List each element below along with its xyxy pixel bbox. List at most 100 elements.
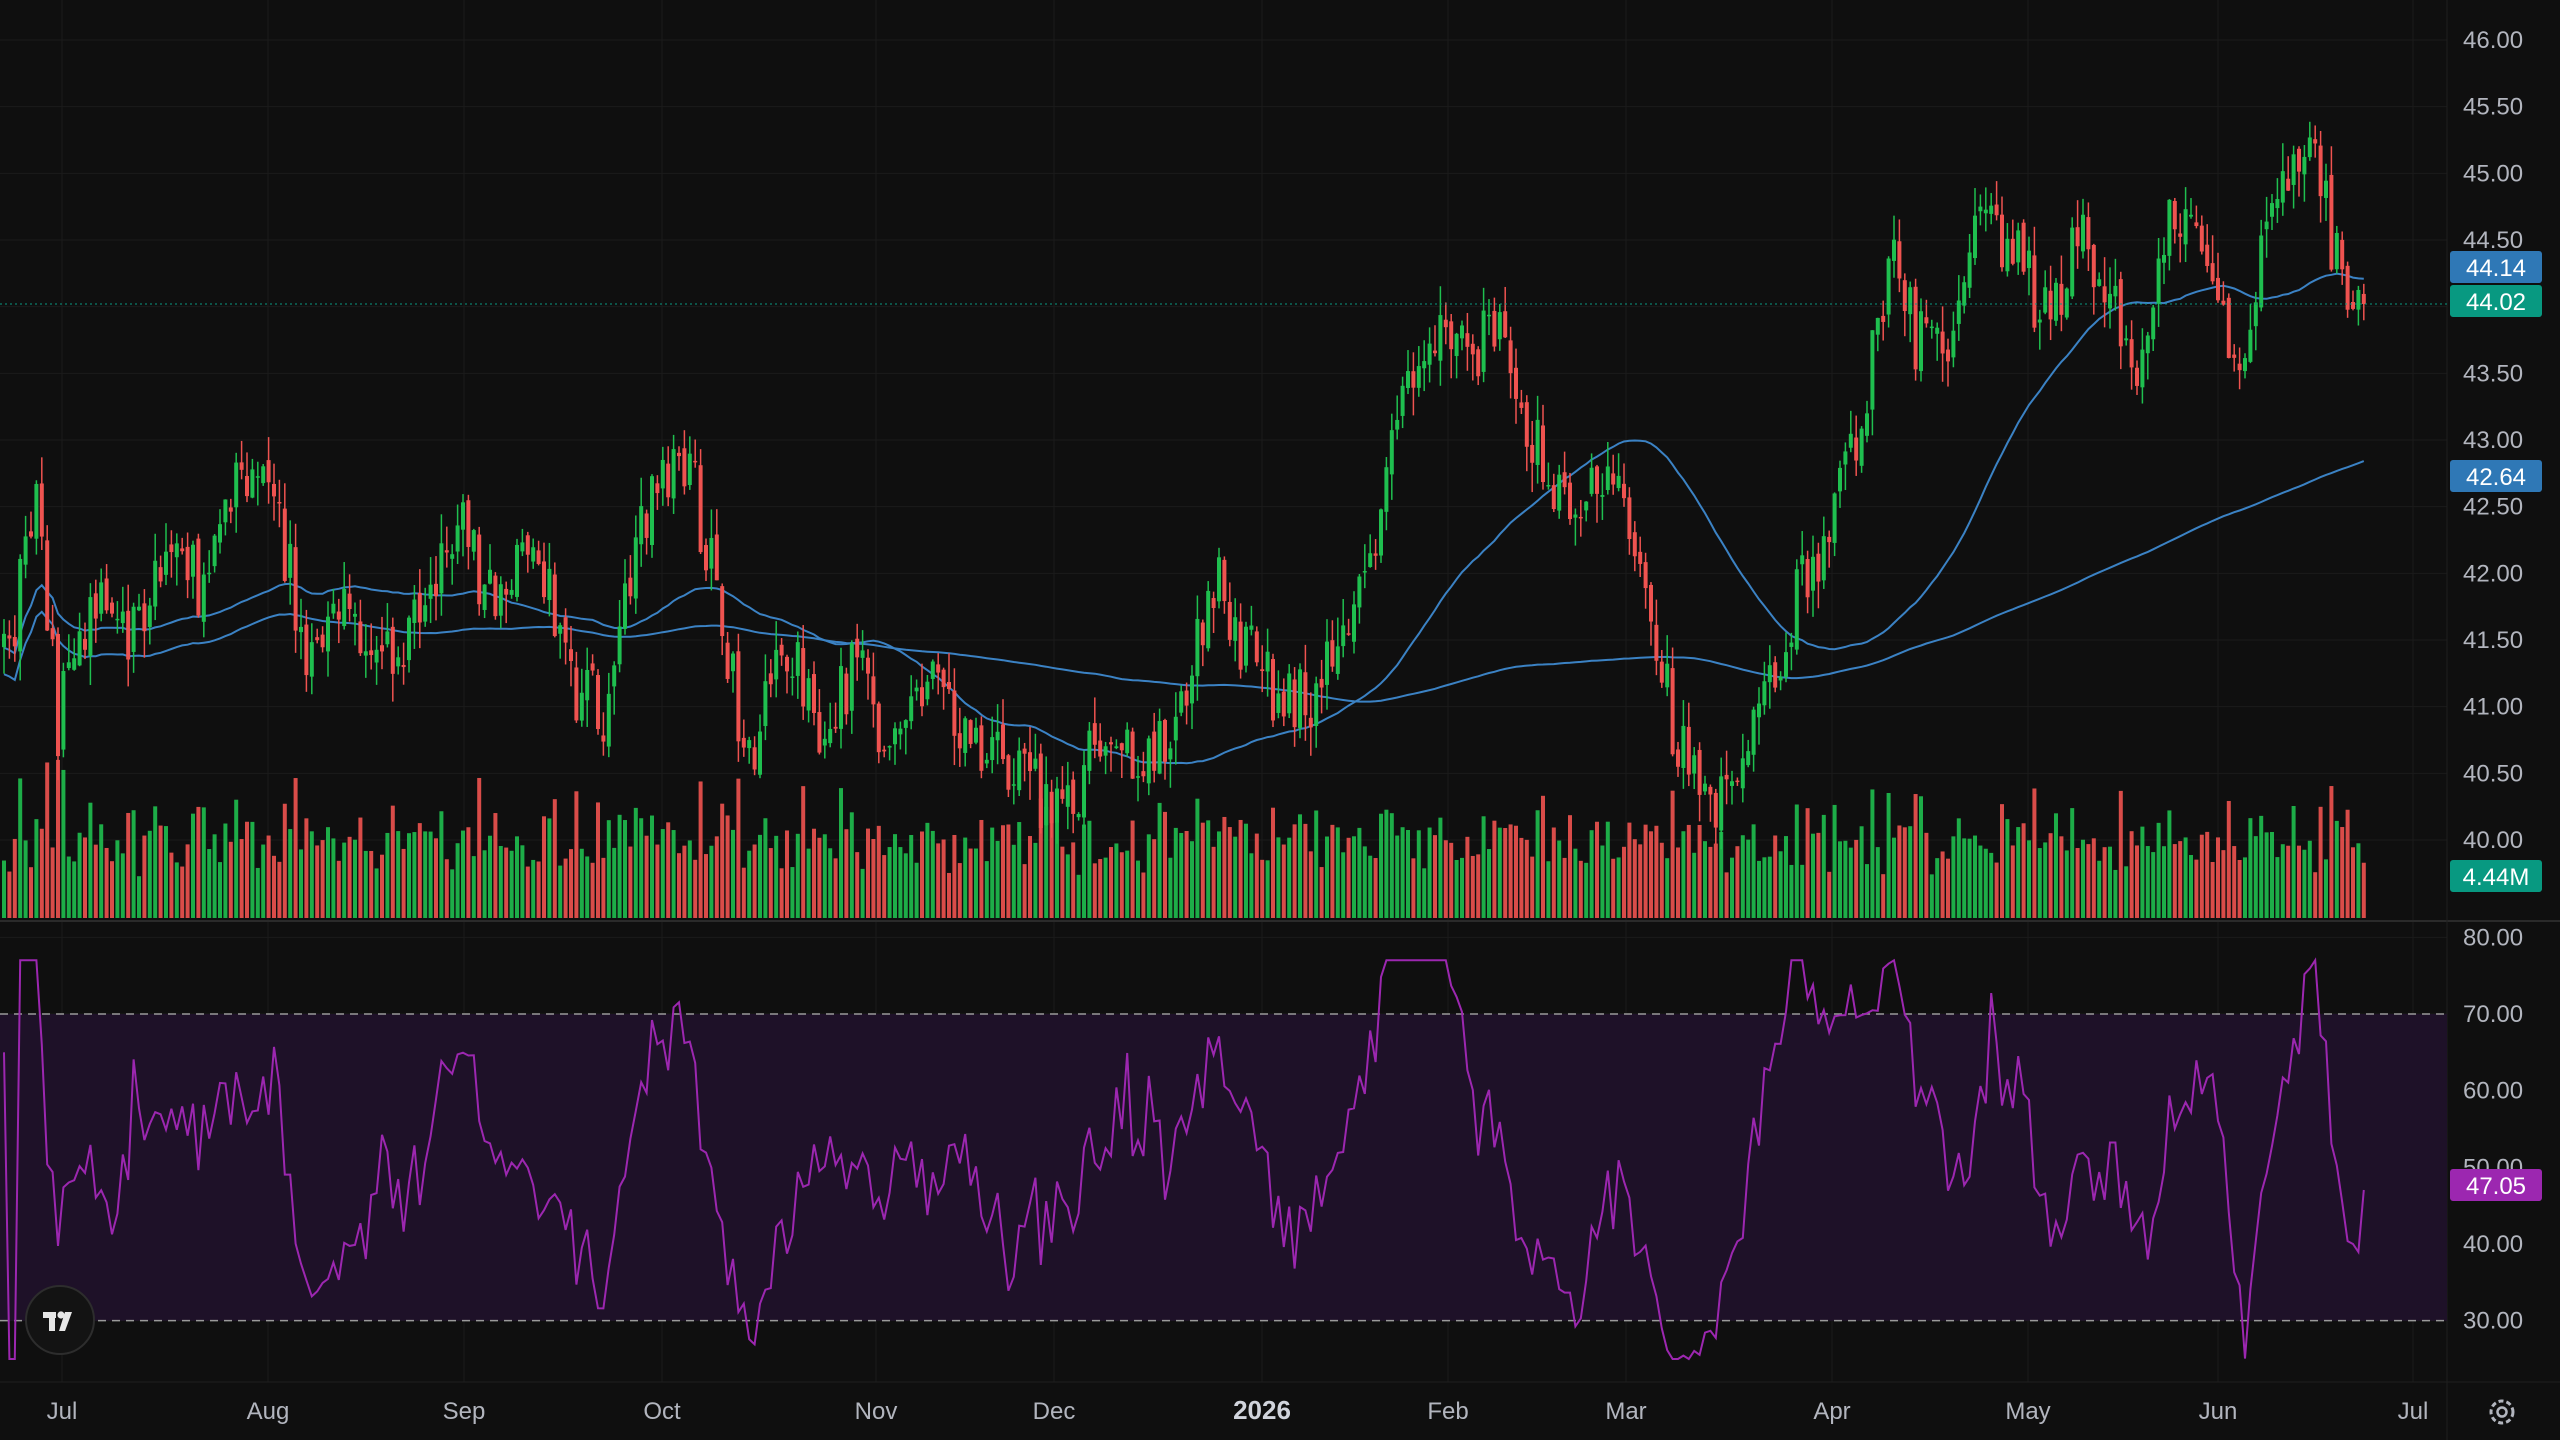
volume-bar [2313,872,2318,918]
chart-root: 40.00 40.50 41.00 41.50 42.00 42.50 43.00 43.50… [0,0,2560,1440]
candle-body [2,633,6,648]
candle-body [590,663,595,671]
volume-bar [1578,860,1583,918]
price-tick-label: 40.00 [2463,827,2523,854]
tradingview-logo-icon[interactable] [25,1285,95,1355]
candle-body [1103,746,1108,756]
volume-bar [1076,874,1081,918]
candle-body [984,759,989,764]
candle-body [1460,325,1464,339]
volume-bar [2000,804,2004,918]
candle-body [88,597,93,656]
candle-body [1811,556,1815,591]
candle-body [2043,287,2048,313]
volume-bar [920,831,924,918]
price-tick-label: 46.00 [2463,27,2523,54]
time-tick-label: 2026 [1233,1395,1291,1425]
candle-body [1287,673,1292,714]
volume-bar [39,828,44,918]
ma-slow-tag: 42.64 [2466,464,2526,491]
candle-body [1908,287,1913,315]
volume-bar [2135,845,2139,918]
candle-body [515,544,519,597]
volume-bar [2113,869,2118,918]
volume-bar [1692,852,1697,918]
volume-bar [66,856,71,918]
volume-bar [142,835,147,918]
volume-bar [1913,794,1918,918]
candle-body [1589,467,1594,494]
candle-body [1762,681,1767,706]
candle-body [1119,743,1124,751]
candle-body [768,673,773,685]
volume-bar [180,866,185,918]
candle-body [1200,622,1205,646]
candle-body [164,551,168,575]
candle-body [579,692,584,721]
volume-bar [1940,851,1945,918]
candle-body [471,530,476,552]
time-tick-label: Jun [2199,1398,2238,1425]
stock-chart[interactable]: 40.00 40.50 41.00 41.50 42.00 42.50 43.00 43.50… [0,0,2560,1440]
volume-bar [1298,814,1302,918]
candle-body [585,669,590,701]
volume-bar [1281,844,1286,918]
volume-bar [903,853,908,918]
candle-body [2307,137,2312,158]
volume-bar [147,830,152,918]
volume-bar [2108,846,2112,918]
volume-bar [1119,852,1124,918]
candle-body [66,662,71,669]
volume-bar [2075,848,2080,918]
volume-bar [255,867,260,918]
candle-body [936,664,941,673]
candle-body [77,631,82,666]
volume-bar [876,825,881,918]
volume-bar [871,839,876,918]
volume-bar [1962,838,1967,918]
volume-bar [1308,851,1313,918]
volume-bar [1951,836,1956,918]
candle-body [1071,779,1076,814]
candle-body [1821,536,1826,581]
volume-bar [1406,830,1410,918]
volume-bar [169,852,174,918]
candle-body [223,499,228,523]
volume-bar [682,845,687,918]
volume-bar [2091,838,2096,918]
candle-body [704,545,708,571]
volume-bar [687,840,692,918]
candle-body [1179,691,1184,713]
volume-bar [455,843,460,918]
candle-body [407,617,411,661]
volume-bar [936,843,941,918]
candle-body [1065,785,1070,807]
volume-bar [309,831,314,918]
candle-body [2075,227,2080,247]
volume-bar [234,799,239,918]
volume-bar [677,853,681,918]
volume-bar [1454,859,1459,918]
volume-bar [628,846,633,918]
candle-body [1848,433,1853,448]
candle-body [450,554,455,559]
candle-body [1967,252,1972,288]
candle-body [1146,738,1151,784]
volume-bar [412,832,417,918]
volume-bar [93,844,98,918]
candle-body [261,466,266,484]
candle-body [1989,205,1994,214]
volume-bar [1379,813,1383,918]
volume-bar [466,827,471,918]
volume-bar [423,831,428,918]
candle-body [725,642,730,679]
volume-bar [1287,837,1292,918]
gear-icon[interactable] [2482,1392,2522,1432]
candle-body [1832,493,1837,543]
volume-bar [1568,815,1572,918]
candle-body [212,535,217,567]
volume-bar [218,862,222,918]
candle-body [671,449,676,499]
volume-bar [1109,847,1113,918]
candle-body [887,746,892,748]
